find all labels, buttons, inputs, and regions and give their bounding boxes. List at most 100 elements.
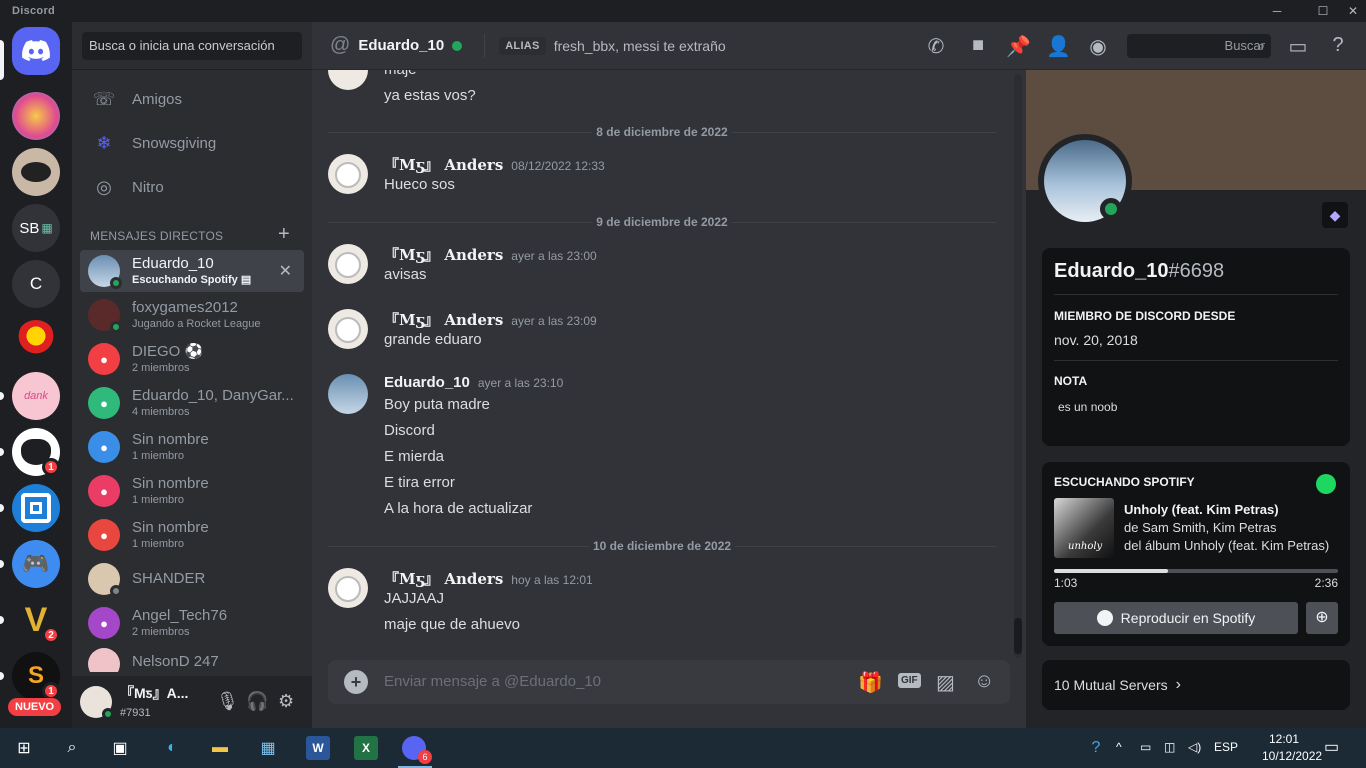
selected-indicator — [0, 40, 4, 80]
server-icon[interactable]: 🎮 — [12, 540, 60, 588]
group-icon: ● — [88, 387, 120, 419]
maximize-button[interactable]: ☐ — [1308, 0, 1338, 22]
album-art[interactable]: unholy — [1054, 498, 1114, 558]
video-call-icon[interactable]: ■ — [966, 34, 990, 57]
volume-icon[interactable]: ◁) — [1188, 740, 1201, 754]
server-icon[interactable]: dank — [12, 372, 60, 420]
avatar — [328, 154, 368, 194]
tray-expand-icon[interactable]: ^ — [1116, 740, 1122, 754]
server-rail: SB ▦ C dank 1 🎮 V 2 S 1 NUEVO — [0, 22, 72, 728]
song-artist[interactable]: de Sam Smith, Kim Petras — [1124, 520, 1276, 535]
author-name[interactable]: 『Mƽ』 𝐀𝐧𝐝𝐞𝐫𝐬 — [384, 309, 503, 330]
user-avatar[interactable] — [80, 686, 114, 720]
timestamp: ayer a las 23:09 — [511, 314, 597, 328]
help-icon[interactable]: ? — [1326, 34, 1350, 57]
dm-item[interactable]: Eduardo_10 Escuchando Spotify ▤ ✕ — [80, 250, 304, 292]
dm-item[interactable]: ● Eduardo_10, DanyGar... 4 miembros — [80, 382, 304, 424]
server-icon[interactable] — [12, 148, 60, 196]
inbox-icon[interactable]: ▭ — [1286, 34, 1310, 59]
author-name[interactable]: 『Mƽ』 𝐀𝐧𝐝𝐞𝐫𝐬 — [384, 244, 503, 265]
invite-listen-button[interactable]: ⊕ — [1306, 602, 1338, 634]
user-name: 『Mƽ』A... — [120, 685, 189, 701]
song-album[interactable]: del álbum Unholy (feat. Kim Petras) — [1124, 538, 1329, 553]
playback-progress — [1054, 569, 1338, 573]
author-name[interactable]: Eduardo_10 — [384, 374, 470, 391]
server-icon[interactable] — [12, 316, 60, 364]
online-status — [452, 40, 463, 51]
author-name[interactable]: 『Mƽ』 𝐀𝐧𝐝𝐞𝐫𝐬 — [384, 568, 503, 589]
chat-search-input[interactable]: Buscar ⌕ — [1127, 34, 1271, 58]
microphone-icon[interactable]: 🎙 — [216, 691, 239, 712]
song-title[interactable]: Unholy (feat. Kim Petras) — [1124, 502, 1279, 517]
user-profile-icon[interactable]: ◉ — [1086, 34, 1110, 59]
store-icon[interactable]: ▦ — [256, 736, 280, 760]
scrollbar[interactable] — [1014, 74, 1022, 658]
message-text: Boy puta madre — [384, 396, 490, 413]
gif-button[interactable]: GIF — [898, 673, 921, 688]
discord-taskbar-icon[interactable]: 6 — [402, 736, 432, 764]
file-explorer-icon[interactable]: ▬ — [208, 736, 232, 760]
nitro-badge-icon[interactable]: ◆ — [1322, 202, 1348, 228]
task-view-icon[interactable]: ▣ — [108, 736, 132, 760]
search-icon[interactable]: ⌕ — [60, 736, 84, 760]
dm-item[interactable]: SHANDER — [80, 558, 304, 600]
excel-icon[interactable]: X — [354, 736, 378, 760]
voice-call-icon[interactable]: ✆ — [924, 34, 948, 59]
dm-item[interactable]: ● Sin nombre 1 miembro — [80, 470, 304, 512]
add-friend-dm-icon[interactable]: 👤 — [1046, 34, 1071, 59]
member-since-title: MIEMBRO DE DISCORD DESDE — [1054, 309, 1236, 323]
message-input[interactable]: Enviar mensaje a @Eduardo_10 — [384, 673, 601, 690]
emoji-icon[interactable]: ☺ — [974, 670, 994, 693]
minimize-button[interactable]: ─ — [1262, 0, 1292, 22]
close-dm-button[interactable]: ✕ — [279, 261, 292, 281]
chevron-right-icon: › — [1175, 676, 1181, 693]
network-icon[interactable]: ◫ — [1164, 740, 1175, 754]
online-status — [1100, 198, 1122, 220]
server-icon[interactable] — [12, 92, 60, 140]
nav-nitro[interactable]: ◎ Nitro — [80, 166, 304, 208]
dm-search-input[interactable]: Busca o inicia una conversación — [82, 32, 302, 60]
battery-icon[interactable]: ▭ — [1140, 740, 1151, 754]
notifications-icon[interactable]: ▭ — [1324, 737, 1339, 757]
timestamp: ayer a las 23:00 — [511, 249, 597, 263]
play-on-spotify-button[interactable]: Reproducir en Spotify — [1054, 602, 1298, 634]
dm-item[interactable]: NelsonD 247 — [80, 646, 304, 672]
activity-icon: ▤ — [240, 274, 252, 286]
windows-start-icon[interactable]: ⊞ — [12, 736, 36, 760]
create-dm-button[interactable]: + — [278, 223, 290, 246]
edge-icon[interactable]: ◐ — [160, 736, 184, 760]
nav-snowsgiving[interactable]: ❄ Snowsgiving — [80, 122, 304, 164]
server-icon-sb[interactable]: SB ▦ — [12, 204, 60, 252]
upload-plus-button[interactable]: + — [344, 670, 368, 694]
notification-badge: 2 — [42, 626, 60, 644]
mutual-servers-button[interactable]: 10 Mutual Servers › — [1042, 660, 1350, 710]
nav-friends[interactable]: ☏ Amigos — [80, 78, 304, 120]
sticker-icon[interactable]: ▨ — [936, 670, 955, 695]
pin-icon[interactable]: 📌 — [1006, 34, 1031, 59]
scrollbar-thumb[interactable] — [1014, 618, 1022, 654]
dm-item[interactable]: ● DIEGO ⚽ 2 miembros — [80, 338, 304, 380]
dm-item[interactable]: ● Angel_Tech76 2 miembros — [80, 602, 304, 644]
headphones-icon[interactable]: 🎧 — [246, 691, 268, 712]
new-badge[interactable]: NUEVO — [8, 698, 62, 716]
author-name[interactable]: 『Mƽ』 𝐀𝐧𝐝𝐞𝐫𝐬 — [384, 154, 503, 175]
online-status — [102, 708, 114, 720]
help-tray-icon[interactable]: ? — [1084, 736, 1108, 760]
dm-item[interactable]: ● Sin nombre 1 miembro — [80, 514, 304, 556]
dm-item[interactable]: ● Sin nombre 1 miembro — [80, 426, 304, 468]
dm-item[interactable]: foxygames2012 Jugando a Rocket League — [80, 294, 304, 336]
server-icon[interactable] — [12, 484, 60, 532]
avatar — [328, 70, 368, 90]
language-indicator[interactable]: ESP — [1214, 740, 1238, 754]
close-window-button[interactable]: ✕ — [1338, 0, 1366, 22]
word-icon[interactable]: W — [306, 736, 330, 760]
clock[interactable]: 12:01 10/12/2022 — [1262, 731, 1322, 765]
home-button[interactable] — [12, 27, 60, 75]
message-header: 『Mƽ』 𝐀𝐧𝐝𝐞𝐫𝐬 hoy a las 12:01 — [384, 568, 593, 589]
note-input[interactable]: es un noob — [1058, 400, 1117, 414]
server-icon-c[interactable]: C — [12, 260, 60, 308]
settings-gear-icon[interactable]: ⚙ — [278, 691, 294, 712]
main-area: @ Eduardo_10 ALIAS fresh_bbx, messi te e… — [312, 22, 1366, 728]
message-text: E mierda — [384, 448, 445, 465]
gift-icon[interactable]: 🎁 — [858, 670, 883, 695]
